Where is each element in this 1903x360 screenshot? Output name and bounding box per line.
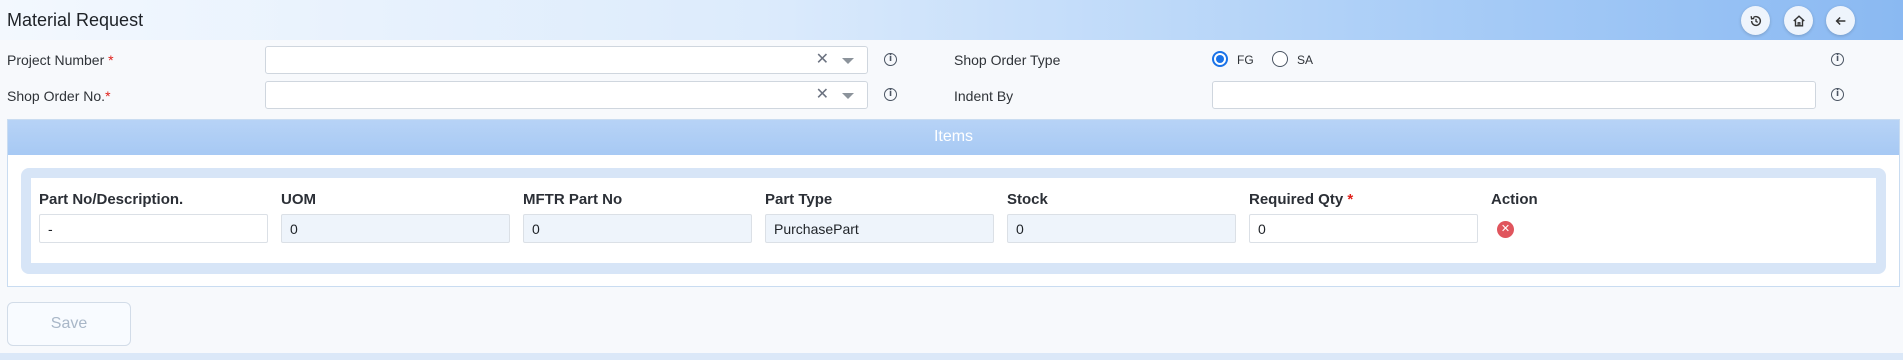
back-button[interactable]: [1826, 6, 1855, 35]
radio-fg-label: FG: [1237, 53, 1254, 67]
project-number-label: Project Number *: [7, 52, 114, 68]
home-button[interactable]: [1784, 6, 1813, 35]
history-icon: [1749, 15, 1761, 26]
indent-by-input[interactable]: [1212, 81, 1816, 109]
shop-order-no-select[interactable]: ✕: [265, 81, 868, 109]
col-header-part-type: Part Type: [765, 191, 833, 208]
page-title: Material Request: [7, 10, 144, 30]
col-header-action: Action: [1491, 191, 1538, 208]
shop-order-type-info-icon[interactable]: i: [1831, 53, 1844, 66]
required-mark: *: [1347, 191, 1354, 208]
shop-order-type-label: Shop Order Type: [954, 52, 1061, 68]
col-header-uom: UOM: [281, 191, 316, 208]
clear-icon[interactable]: ✕: [816, 87, 829, 103]
radio-sa-label: SA: [1297, 53, 1314, 67]
bottom-strip: [0, 353, 1903, 360]
chevron-down-icon[interactable]: [842, 93, 854, 99]
save-button[interactable]: Save: [7, 302, 131, 346]
page-header: Material Request: [0, 0, 1903, 40]
radio-fg[interactable]: [1212, 51, 1228, 67]
required-mark: *: [105, 88, 111, 104]
project-number-info-icon[interactable]: i: [884, 53, 897, 66]
shop-order-no-info-icon[interactable]: i: [884, 88, 897, 101]
home-icon: [1792, 14, 1805, 27]
items-panel: Items Part No/Description. UOM MFTR Part…: [7, 119, 1900, 287]
col-header-stock: Stock: [1007, 191, 1048, 208]
required-qty-input[interactable]: 0: [1249, 214, 1478, 243]
col-header-mftr-part-no: MFTR Part No: [523, 191, 623, 208]
delete-row-button[interactable]: ✕: [1497, 221, 1514, 238]
indent-by-info-icon[interactable]: i: [1831, 88, 1844, 101]
mftr-part-no-field: 0: [523, 214, 752, 243]
col-header-required-qty: Required Qty *: [1249, 191, 1354, 208]
delete-icon: ✕: [1500, 223, 1511, 235]
col-header-part-no: Part No/Description.: [39, 191, 184, 208]
clear-icon[interactable]: ✕: [816, 52, 829, 68]
indent-by-label: Indent By: [954, 88, 1014, 104]
part-no-input[interactable]: -: [39, 214, 268, 243]
shop-order-no-label: Shop Order No.*: [7, 88, 111, 104]
part-type-field: PurchasePart: [765, 214, 994, 243]
required-mark: *: [108, 52, 114, 68]
radio-sa[interactable]: [1272, 51, 1288, 67]
history-button[interactable]: [1741, 6, 1770, 35]
items-table: Part No/Description. UOM MFTR Part No Pa…: [31, 178, 1876, 263]
items-card: Part No/Description. UOM MFTR Part No Pa…: [21, 168, 1886, 274]
back-arrow-icon: [1835, 16, 1845, 25]
stock-field: 0: [1007, 214, 1236, 243]
items-section-title: Items: [8, 120, 1899, 155]
chevron-down-icon[interactable]: [842, 58, 854, 64]
project-number-select[interactable]: ✕: [265, 46, 868, 74]
uom-field: 0: [281, 214, 510, 243]
